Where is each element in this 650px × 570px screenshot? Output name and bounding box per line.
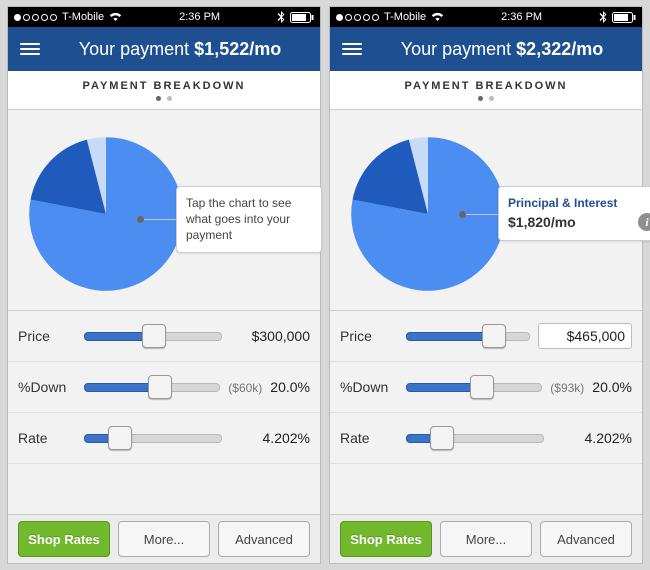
app-header: Your payment $1,522/mo <box>8 27 320 71</box>
info-icon[interactable]: i <box>638 213 650 231</box>
rate-slider[interactable] <box>84 424 222 452</box>
chart-area: Principal & Interest $1,820/mo i <box>330 110 642 310</box>
rate-value: 4.202% <box>552 430 632 446</box>
footer-bar: Shop Rates More... Advanced <box>330 514 642 563</box>
page-indicator[interactable] <box>478 96 494 101</box>
wifi-icon <box>109 12 122 22</box>
battery-icon <box>612 12 636 23</box>
footer-bar: Shop Rates More... Advanced <box>8 514 320 563</box>
tooltip-category: Principal & Interest <box>508 195 634 211</box>
breakdown-label: PAYMENT BREAKDOWN <box>405 80 568 92</box>
chart-tooltip: Tap the chart to see what goes into your… <box>176 186 322 253</box>
down-value: ($93k)20.0% <box>550 379 632 395</box>
screenshot-left: T-Mobile 2:36 PM Your payment $1,522/mo <box>7 6 321 564</box>
menu-icon[interactable] <box>342 43 362 55</box>
status-time: 2:36 PM <box>179 11 220 23</box>
page-indicator[interactable] <box>156 96 172 101</box>
status-bar: T-Mobile 2:36 PM <box>8 7 320 27</box>
price-label: Price <box>340 328 398 344</box>
down-slider[interactable] <box>406 373 542 401</box>
slider-panel: Price $300,000 %Down ($60k)20.0% Rate <box>8 310 320 464</box>
advanced-button[interactable]: Advanced <box>218 521 310 557</box>
menu-icon[interactable] <box>20 43 40 55</box>
rate-value: 4.202% <box>230 430 310 446</box>
carrier-label: T-Mobile <box>384 11 426 23</box>
more-button[interactable]: More... <box>440 521 532 557</box>
price-row: Price $300,000 <box>8 311 320 362</box>
price-slider[interactable] <box>84 322 222 350</box>
down-label: %Down <box>340 379 398 395</box>
chart-tooltip: Principal & Interest $1,820/mo i <box>498 186 650 241</box>
price-row: Price $465,000 <box>330 311 642 362</box>
price-value: $300,000 <box>230 328 310 344</box>
down-value: ($60k)20.0% <box>228 379 310 395</box>
down-row: %Down ($93k)20.0% <box>330 362 642 413</box>
price-label: Price <box>18 328 76 344</box>
rate-label: Rate <box>340 430 398 446</box>
screenshot-right: T-Mobile 2:36 PM Your payment $2,322/mo <box>329 6 643 564</box>
page-title: Your payment $1,522/mo <box>52 39 308 60</box>
price-input[interactable]: $465,000 <box>538 323 632 349</box>
rate-slider[interactable] <box>406 424 544 452</box>
status-time: 2:36 PM <box>501 11 542 23</box>
rate-row: Rate 4.202% <box>8 413 320 464</box>
more-button[interactable]: More... <box>118 521 210 557</box>
down-slider[interactable] <box>84 373 220 401</box>
carrier-label: T-Mobile <box>62 11 104 23</box>
shop-rates-button[interactable]: Shop Rates <box>18 521 110 557</box>
wifi-icon <box>431 12 444 22</box>
rate-label: Rate <box>18 430 76 446</box>
breakdown-header: PAYMENT BREAKDOWN <box>8 71 320 110</box>
payment-pie-chart[interactable] <box>26 134 186 294</box>
bluetooth-icon <box>277 11 285 23</box>
down-label: %Down <box>18 379 76 395</box>
slider-panel: Price $465,000 %Down ($93k)20.0% Rate <box>330 310 642 464</box>
tooltip-value: $1,820/mo <box>508 213 634 232</box>
battery-icon <box>290 12 314 23</box>
down-row: %Down ($60k)20.0% <box>8 362 320 413</box>
breakdown-header: PAYMENT BREAKDOWN <box>330 71 642 110</box>
rate-row: Rate 4.202% <box>330 413 642 464</box>
advanced-button[interactable]: Advanced <box>540 521 632 557</box>
signal-dots-icon <box>336 14 379 21</box>
bluetooth-icon <box>599 11 607 23</box>
price-slider[interactable] <box>406 322 530 350</box>
app-header: Your payment $2,322/mo <box>330 27 642 71</box>
signal-dots-icon <box>14 14 57 21</box>
breakdown-label: PAYMENT BREAKDOWN <box>83 80 246 92</box>
status-bar: T-Mobile 2:36 PM <box>330 7 642 27</box>
chart-area: Tap the chart to see what goes into your… <box>8 110 320 310</box>
shop-rates-button[interactable]: Shop Rates <box>340 521 432 557</box>
page-title: Your payment $2,322/mo <box>374 39 630 60</box>
